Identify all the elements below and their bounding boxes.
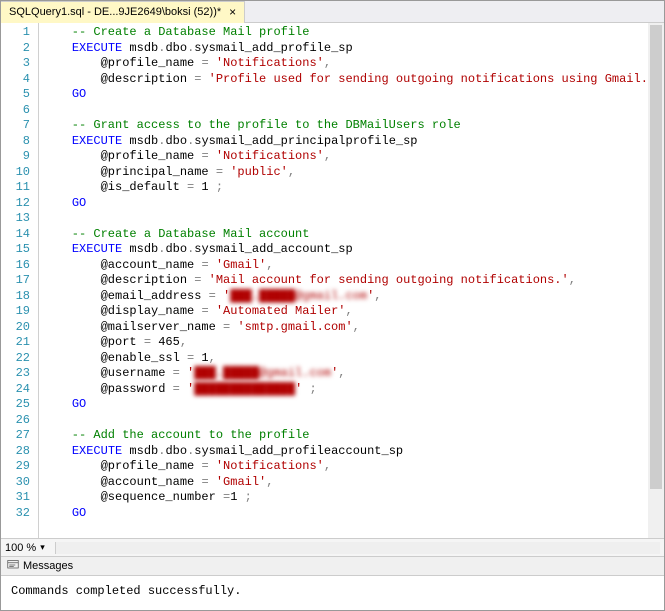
line-number: 3: [5, 56, 30, 72]
messages-icon: [7, 559, 19, 574]
code-line[interactable]: GO: [43, 196, 644, 212]
line-number: 10: [5, 165, 30, 181]
document-tab[interactable]: SQLQuery1.sql - DE...9JE2649\boksi (52))…: [1, 1, 245, 23]
code-line[interactable]: @account_name = 'Gmail',: [43, 475, 644, 491]
code-line[interactable]: EXECUTE msdb.dbo.sysmail_add_profile_sp: [43, 41, 644, 57]
line-number: 27: [5, 428, 30, 444]
code-line[interactable]: -- Grant access to the profile to the DB…: [43, 118, 644, 134]
horizontal-scrollbar[interactable]: [55, 542, 660, 554]
code-line[interactable]: GO: [43, 506, 644, 522]
line-number: 18: [5, 289, 30, 305]
code-line[interactable]: @description = 'Mail account for sending…: [43, 273, 644, 289]
code-line[interactable]: [43, 413, 644, 429]
code-line[interactable]: @profile_name = 'Notifications',: [43, 149, 644, 165]
code-line[interactable]: @principal_name = 'public',: [43, 165, 644, 181]
code-line[interactable]: @mailserver_name = 'smtp.gmail.com',: [43, 320, 644, 336]
line-number: 22: [5, 351, 30, 367]
code-line[interactable]: EXECUTE msdb.dbo.sysmail_add_account_sp: [43, 242, 644, 258]
code-line[interactable]: [43, 103, 644, 119]
scroll-thumb[interactable]: [650, 25, 662, 489]
code-line[interactable]: EXECUTE msdb.dbo.sysmail_add_profileacco…: [43, 444, 644, 460]
code-line[interactable]: -- Add the account to the profile: [43, 428, 644, 444]
line-number: 8: [5, 134, 30, 150]
code-line[interactable]: EXECUTE msdb.dbo.sysmail_add_principalpr…: [43, 134, 644, 150]
code-line[interactable]: GO: [43, 87, 644, 103]
line-number: 4: [5, 72, 30, 88]
vertical-scrollbar[interactable]: [648, 23, 664, 538]
line-number: 15: [5, 242, 30, 258]
code-line[interactable]: @display_name = 'Automated Mailer',: [43, 304, 644, 320]
code-line[interactable]: [43, 211, 644, 227]
messages-tab[interactable]: Messages: [1, 556, 664, 576]
code-line[interactable]: @password = '██████████████' ;: [43, 382, 644, 398]
line-number: 29: [5, 459, 30, 475]
code-line[interactable]: @sequence_number =1 ;: [43, 490, 644, 506]
code-line[interactable]: @is_default = 1 ;: [43, 180, 644, 196]
code-line[interactable]: @profile_name = 'Notifications',: [43, 56, 644, 72]
line-number: 32: [5, 506, 30, 522]
line-number: 25: [5, 397, 30, 413]
line-number: 31: [5, 490, 30, 506]
line-number: 26: [5, 413, 30, 429]
close-icon[interactable]: ×: [227, 5, 238, 19]
code-area[interactable]: -- Create a Database Mail profile EXECUT…: [39, 23, 648, 538]
line-number: 16: [5, 258, 30, 274]
code-line[interactable]: @port = 465,: [43, 335, 644, 351]
line-number: 21: [5, 335, 30, 351]
line-number: 2: [5, 41, 30, 57]
code-line[interactable]: @username = '███.█████@gmail.com',: [43, 366, 644, 382]
code-line[interactable]: @description = 'Profile used for sending…: [43, 72, 644, 88]
code-line[interactable]: @enable_ssl = 1,: [43, 351, 644, 367]
code-line[interactable]: -- Create a Database Mail account: [43, 227, 644, 243]
tab-bar: SQLQuery1.sql - DE...9JE2649\boksi (52))…: [1, 1, 664, 23]
line-number: 28: [5, 444, 30, 460]
messages-text: Commands completed successfully.: [11, 584, 241, 598]
line-number: 24: [5, 382, 30, 398]
messages-output: Commands completed successfully.: [1, 576, 664, 610]
line-number: 5: [5, 87, 30, 103]
code-line[interactable]: @email_address = '███.█████@gmail.com',: [43, 289, 644, 305]
line-number: 23: [5, 366, 30, 382]
line-number: 17: [5, 273, 30, 289]
line-number-gutter: 1234567891011121314151617181920212223242…: [1, 23, 39, 538]
line-number: 14: [5, 227, 30, 243]
line-number: 20: [5, 320, 30, 336]
line-number: 11: [5, 180, 30, 196]
code-line[interactable]: @profile_name = 'Notifications',: [43, 459, 644, 475]
editor-status-bar: 100 % ▾: [1, 538, 664, 556]
line-number: 12: [5, 196, 30, 212]
code-line[interactable]: GO: [43, 397, 644, 413]
line-number: 9: [5, 149, 30, 165]
line-number: 30: [5, 475, 30, 491]
line-number: 1: [5, 25, 30, 41]
code-line[interactable]: -- Create a Database Mail profile: [43, 25, 644, 41]
tab-title: SQLQuery1.sql - DE...9JE2649\boksi (52))…: [9, 6, 221, 18]
line-number: 7: [5, 118, 30, 134]
zoom-level[interactable]: 100 %: [5, 542, 36, 554]
code-editor: 1234567891011121314151617181920212223242…: [1, 23, 664, 538]
messages-label: Messages: [23, 560, 73, 572]
line-number: 13: [5, 211, 30, 227]
chevron-down-icon[interactable]: ▾: [40, 542, 45, 553]
line-number: 19: [5, 304, 30, 320]
code-line[interactable]: @account_name = 'Gmail',: [43, 258, 644, 274]
line-number: 6: [5, 103, 30, 119]
